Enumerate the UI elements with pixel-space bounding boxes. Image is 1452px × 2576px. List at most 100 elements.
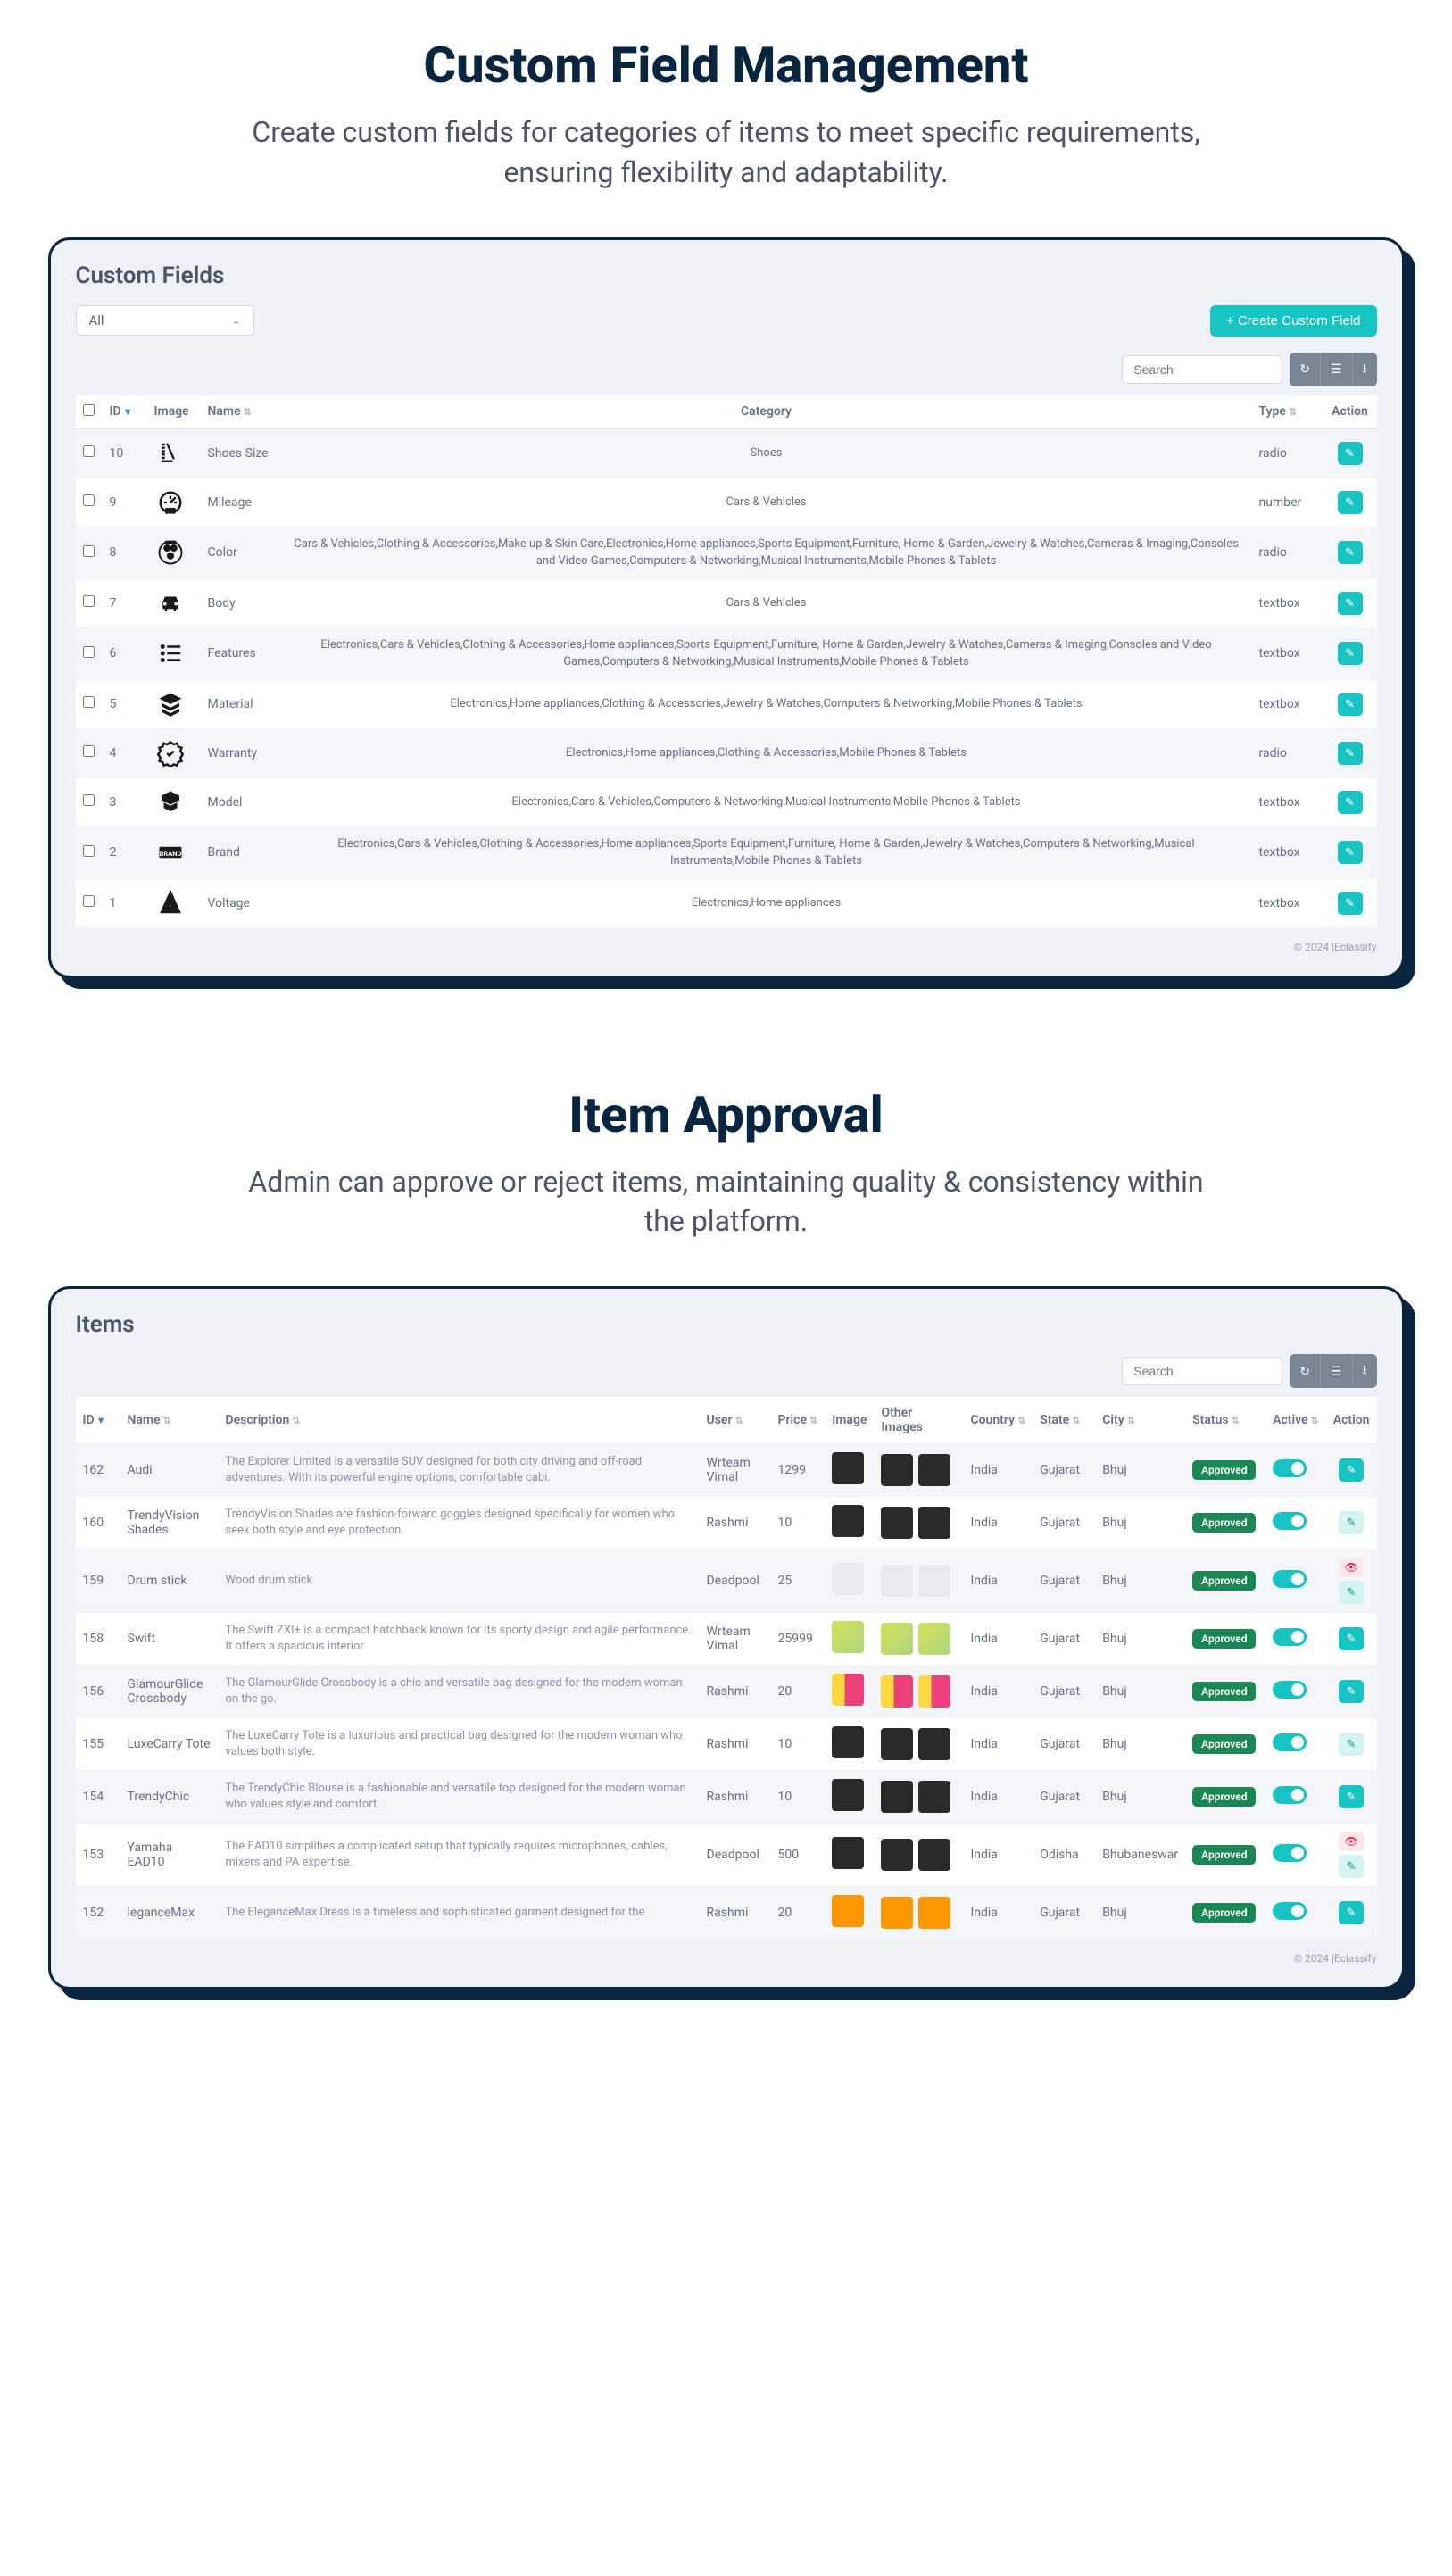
edit-button[interactable]: ✎ [1339,1785,1364,1808]
download-icon[interactable]: ⭳ [1353,353,1377,386]
status-badge: Approved [1192,1571,1256,1591]
edit-button[interactable]: ✎ [1339,1581,1364,1604]
col-type[interactable]: Type [1259,404,1286,419]
col-name[interactable]: Name [128,1413,161,1427]
other-image [881,1454,913,1486]
row-checkbox[interactable] [83,845,95,857]
active-toggle[interactable] [1273,1681,1307,1699]
cell-country: India [963,1613,1033,1666]
active-toggle[interactable] [1273,1570,1307,1588]
badge-icon [154,737,187,769]
col-id[interactable]: ID [83,1413,95,1427]
row-checkbox[interactable] [83,595,95,607]
table-row: 158 Swift The Swift ZXI+ is a compact ha… [76,1613,1377,1666]
edit-button[interactable]: ✎ [1338,592,1363,615]
edit-button[interactable]: ✎ [1338,491,1363,514]
col-other-images: Other Images [874,1397,963,1444]
row-checkbox[interactable] [83,494,95,506]
filter-select[interactable]: All ⌄ [76,305,254,336]
col-description[interactable]: Description [226,1413,290,1427]
edit-button[interactable]: ✎ [1338,841,1363,864]
cell-city: Bhuj [1095,1887,1185,1940]
col-user[interactable]: User [707,1413,733,1427]
row-checkbox[interactable] [83,445,95,457]
edit-button[interactable]: ✎ [1339,1511,1364,1534]
edit-button[interactable]: ✎ [1338,442,1363,465]
search-input[interactable] [1122,1357,1282,1385]
row-checkbox[interactable] [83,646,95,658]
col-state[interactable]: State [1040,1413,1069,1427]
cell-category: Electronics,Home appliances,Clothing & A… [281,679,1252,728]
cell-user: Rashmi [700,1771,771,1824]
cell-user: Rashmi [700,1718,771,1771]
model-icon [154,786,187,819]
other-image [918,1507,950,1539]
col-active[interactable]: Active [1273,1413,1307,1427]
edit-button[interactable]: ✎ [1339,1855,1364,1878]
edit-button[interactable]: ✎ [1339,1680,1364,1703]
cell-country: India [963,1444,1033,1497]
other-image [881,1839,913,1871]
table-row: 3 Model Electronics,Cars & Vehicles,Comp… [76,777,1377,827]
edit-button[interactable]: ✎ [1339,1901,1364,1924]
refresh-icon[interactable]: ↻ [1290,353,1321,386]
col-id[interactable]: ID [110,404,121,419]
download-icon[interactable]: ⭳ [1353,1354,1377,1388]
other-image [881,1728,913,1760]
table-row: 154 TrendyChic The TrendyChic Blouse is … [76,1771,1377,1824]
row-checkbox[interactable] [83,696,95,708]
status-badge: Approved [1192,1682,1256,1701]
active-toggle[interactable] [1273,1902,1307,1920]
active-toggle[interactable] [1273,1844,1307,1862]
col-price[interactable]: Price [778,1413,808,1427]
col-city[interactable]: City [1102,1413,1124,1427]
col-name[interactable]: Name [208,404,241,419]
columns-icon[interactable]: ☰ [1321,1354,1353,1388]
cell-price: 1299 [771,1444,826,1497]
cell-category: Electronics,Cars & Vehicles,Clothing & A… [281,627,1252,679]
edit-button[interactable]: ✎ [1338,742,1363,765]
bolt-icon [154,887,187,919]
row-checkbox[interactable] [83,895,95,907]
item-image [832,1452,864,1484]
create-custom-field-button[interactable]: + Create Custom Field [1210,305,1376,337]
cell-category: Electronics,Cars & Vehicles,Clothing & A… [281,827,1252,878]
active-toggle[interactable] [1273,1459,1307,1477]
cell-price: 500 [771,1824,826,1887]
cell-id: 156 [76,1666,120,1718]
edit-button[interactable]: ✎ [1338,541,1363,564]
edit-button[interactable]: ✎ [1338,791,1363,814]
panel-title: Items [76,1311,1377,1338]
edit-button[interactable]: ✎ [1339,1627,1364,1650]
active-toggle[interactable] [1273,1733,1307,1751]
edit-button[interactable]: ✎ [1339,1733,1364,1756]
row-checkbox[interactable] [83,794,95,806]
other-image [881,1507,913,1539]
cell-name: GlamourGlide Crossbody [120,1666,219,1718]
columns-icon[interactable]: ☰ [1321,353,1353,386]
table-row: 159 Drum stick Wood drum stick Deadpool … [76,1550,1377,1613]
search-input[interactable] [1122,355,1282,384]
active-toggle[interactable] [1273,1512,1307,1530]
cell-type: textbox [1252,827,1323,878]
cell-price: 25 [771,1550,826,1613]
items-panel: Items ↻ ☰ ⭳ ID▼ Name⇅ Description⇅ User⇅… [48,1286,1405,1990]
select-all-checkbox[interactable] [83,404,95,416]
refresh-icon[interactable]: ↻ [1290,1354,1321,1388]
edit-button[interactable]: ✎ [1339,1458,1364,1482]
cell-category: Electronics,Home appliances,Clothing & A… [281,728,1252,777]
row-checkbox[interactable] [83,545,95,557]
car-icon [154,587,187,619]
row-checkbox[interactable] [83,745,95,757]
active-toggle[interactable] [1273,1786,1307,1804]
edit-button[interactable]: ✎ [1338,892,1363,915]
edit-button[interactable]: ✎ [1338,642,1363,665]
cell-name: Mileage [201,478,281,527]
edit-button[interactable]: ✎ [1338,693,1363,716]
col-status[interactable]: Status [1192,1413,1228,1427]
view-button[interactable]: 👁 [1339,1832,1364,1851]
view-button[interactable]: 👁 [1339,1558,1364,1577]
cell-user: Deadpool [700,1824,771,1887]
active-toggle[interactable] [1273,1628,1307,1646]
col-country[interactable]: Country [970,1413,1015,1427]
